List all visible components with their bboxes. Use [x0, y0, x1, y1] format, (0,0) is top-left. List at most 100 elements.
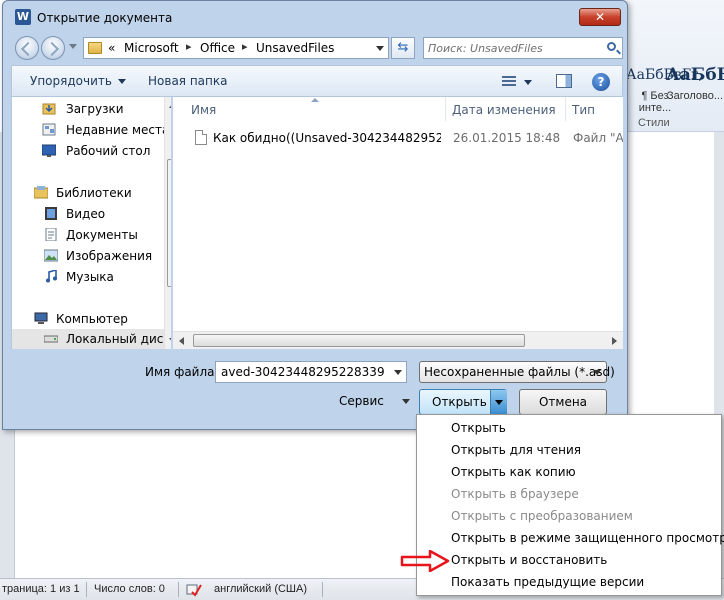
style-name: Заголово... [666, 90, 724, 102]
breadcrumb-overflow[interactable]: « [108, 41, 115, 55]
desktop-icon [42, 144, 56, 157]
menu-item-label: Открыть в режиме защищенного просмотра [451, 531, 724, 545]
sidebar-item-downloads[interactable]: Загрузки [12, 99, 162, 119]
column-header-name[interactable]: Имя [173, 97, 445, 121]
file-type-filter[interactable]: Несохраненные файлы (*.asd) [419, 361, 615, 383]
sidebar-item-libraries[interactable]: Библиотеки [12, 183, 162, 203]
sidebar-item-pictures[interactable]: Изображения [12, 246, 162, 266]
status-language[interactable]: английский (США) [214, 583, 307, 595]
filename-label: Имя файла: [145, 365, 219, 379]
file-name: Как обидно((Unsaved-304234482952283... [213, 131, 441, 145]
address-dropdown-icon[interactable] [376, 46, 384, 51]
menu-item-label: Открыть [451, 421, 506, 435]
navigation-bar: « Microsoft ▸ Office ▸ UnsavedFiles ⇆ [11, 35, 623, 61]
annotation-arrow-icon [400, 550, 450, 572]
forward-button[interactable] [41, 36, 65, 60]
organize-button[interactable]: Упорядочить [30, 74, 126, 88]
file-date: 26.01.2015 18:48 [453, 131, 561, 145]
sidebar-item-music[interactable]: Музыка [12, 267, 162, 287]
open-button-label: Открыть [432, 395, 487, 409]
change-view-icon[interactable] [502, 76, 516, 88]
menu-item-open-and-repair[interactable]: Открыть и восстановить [417, 549, 721, 571]
menu-item-show-previous-versions[interactable]: Показать предыдущие версии [417, 571, 721, 593]
close-button[interactable]: ✕ [579, 8, 621, 26]
dialog-titlebar[interactable]: W Открытие документа ✕ [3, 1, 627, 33]
menu-item-label: Открыть в браузере [451, 487, 579, 501]
menu-item-open-protected-view[interactable]: Открыть в режиме защищенного просмотра [417, 527, 724, 549]
folder-icon [88, 42, 102, 54]
menu-item-open-with-transform: Открыть с преобразованием [417, 505, 721, 527]
sidebar-item-label: Компьютер [56, 312, 128, 326]
sidebar-item-desktop[interactable]: Рабочий стол [12, 141, 162, 161]
style-heading[interactable]: АаБбВ Заголово... [666, 58, 724, 118]
sidebar-item-label: Загрузки [66, 102, 124, 116]
pictures-icon [44, 249, 58, 262]
open-options-dropdown[interactable] [490, 390, 507, 414]
menu-item-label: Открыть для чтения [451, 443, 581, 457]
spellcheck-icon[interactable] [186, 582, 202, 597]
menu-item-open-read-only[interactable]: Открыть для чтения [417, 439, 721, 461]
new-folder-button[interactable]: Новая папка [148, 74, 227, 88]
scroll-up-icon[interactable] [169, 103, 171, 108]
file-row[interactable]: Как обидно((Unsaved-304234482952283... 2… [173, 127, 623, 149]
scrollbar-thumb[interactable] [167, 159, 171, 287]
search-input[interactable] [426, 39, 602, 57]
sidebar-item-documents[interactable]: Документы [12, 225, 162, 245]
column-header-date[interactable]: Дата изменения [446, 97, 564, 121]
column-header-label: Дата изменения [452, 103, 556, 117]
menu-item-label: Открыть как копию [451, 465, 576, 479]
sidebar-item-local-disk[interactable]: Локальный диск [12, 329, 171, 349]
tools-button[interactable]: Сервис [339, 394, 410, 408]
styles-group-label: Стили [638, 117, 670, 129]
navigation-pane: Загрузки Недавние места Рабочий стол Биб… [11, 97, 171, 349]
filename-combobox[interactable] [215, 361, 407, 383]
sidebar-item-label: Изображения [66, 249, 153, 263]
scroll-right-icon[interactable] [612, 337, 617, 345]
open-button[interactable]: Открыть [419, 389, 507, 415]
sidebar-item-label: Библиотеки [56, 186, 132, 200]
refresh-button[interactable]: ⇆ [391, 37, 415, 59]
sidebar-item-video[interactable]: Видео [12, 204, 162, 224]
breadcrumb-office[interactable]: Office [200, 41, 235, 55]
filename-input[interactable] [219, 364, 387, 380]
search-icon[interactable] [607, 42, 616, 51]
scrollbar-thumb[interactable] [193, 334, 525, 347]
chevron-down-icon[interactable] [394, 370, 402, 375]
status-page[interactable]: траница: 1 из 1 [2, 583, 80, 595]
menu-item-label: Показать предыдущие версии [451, 575, 645, 589]
sidebar-item-label: Видео [66, 207, 106, 221]
file-icon [195, 130, 207, 145]
scroll-left-icon[interactable] [179, 337, 184, 345]
sidebar-item-label: Музыка [66, 270, 114, 284]
sidebar-item-computer[interactable]: Компьютер [12, 309, 162, 329]
chevron-down-icon [401, 399, 410, 404]
view-options-chevron-icon[interactable] [524, 80, 532, 85]
back-button[interactable] [15, 36, 39, 60]
breadcrumb-unsavedfiles[interactable]: UnsavedFiles [256, 41, 334, 55]
tools-label: Сервис [339, 394, 384, 408]
help-icon[interactable]: ? [592, 73, 610, 91]
breadcrumb-microsoft[interactable]: Microsoft [124, 41, 179, 55]
status-separator [322, 582, 323, 597]
scroll-down-icon[interactable] [169, 338, 171, 343]
breadcrumb-separator-icon[interactable]: ▸ [186, 40, 192, 53]
preview-pane-icon[interactable] [556, 74, 572, 88]
status-word-count[interactable]: Число слов: 0 [94, 583, 165, 595]
horizontal-scrollbar[interactable] [173, 331, 623, 349]
breadcrumb-separator-icon[interactable]: ▸ [242, 40, 248, 53]
search-box[interactable] [423, 37, 623, 59]
column-header-label: Тип [572, 103, 595, 117]
cancel-button[interactable]: Отмена [519, 389, 607, 415]
file-type: Файл "AS [573, 131, 623, 145]
menu-item-label: Открыть и восстановить [451, 553, 608, 567]
navigation-scrollbar[interactable] [164, 97, 171, 349]
menu-item-open-as-copy[interactable]: Открыть как копию [417, 461, 721, 483]
file-type-filter-value: Несохраненные файлы (*.asd) [424, 365, 615, 379]
music-icon [46, 270, 57, 283]
open-document-dialog: W Открытие документа ✕ « Microsoft ▸ Off… [2, 0, 628, 430]
sidebar-item-recent-places[interactable]: Недавние места [12, 120, 169, 140]
address-bar[interactable]: « Microsoft ▸ Office ▸ UnsavedFiles [83, 37, 389, 59]
column-header-type[interactable]: Тип [566, 97, 623, 121]
recent-locations-icon[interactable] [69, 44, 77, 49]
menu-item-open[interactable]: Открыть [417, 417, 721, 439]
